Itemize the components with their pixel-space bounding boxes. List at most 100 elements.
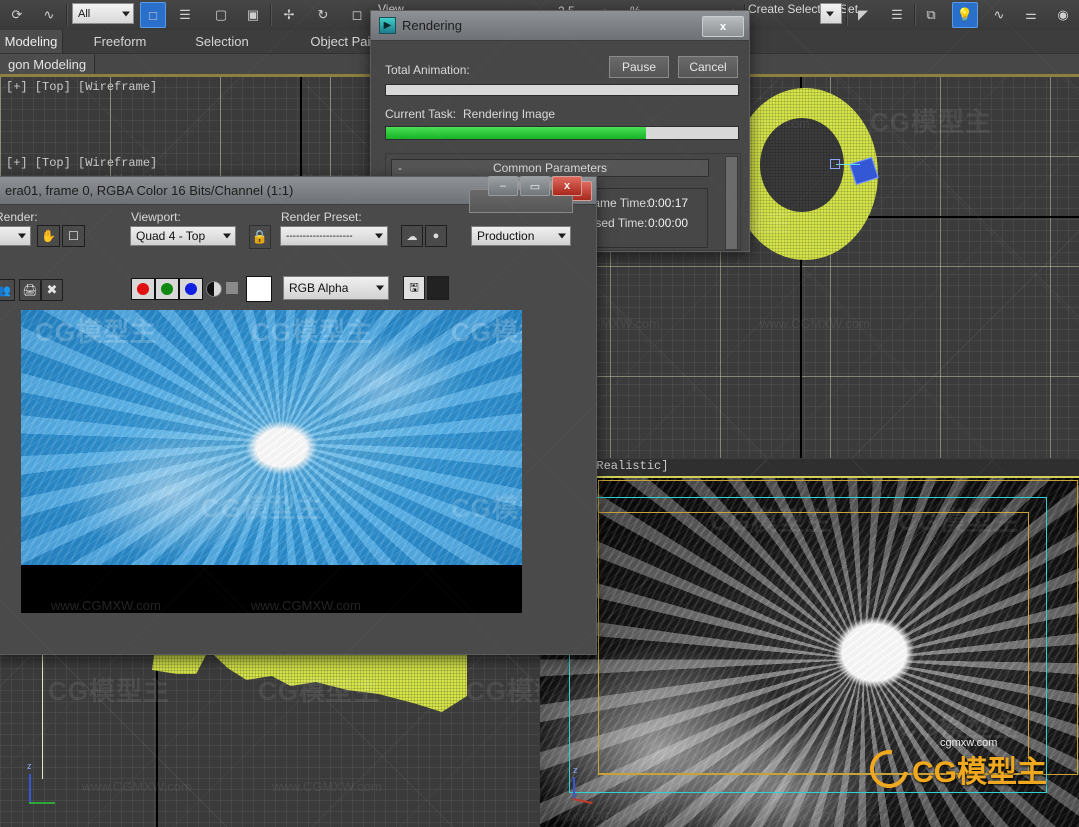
chevron-down-icon [376,285,384,291]
cg-logo-site: cgmxw.com [940,737,998,749]
environment-icon[interactable]: ● [425,225,447,247]
green-channel-button[interactable] [155,278,179,300]
app-icon: ▶ [379,17,396,34]
channel-dropdown[interactable]: RGB Alpha [283,276,389,300]
pan-icon[interactable]: ✋ [37,225,60,247]
current-task-progress [385,126,739,140]
clear-icon[interactable]: ✖ [41,279,63,301]
render-setup-close-button[interactable]: x [552,176,582,196]
chevron-down-icon [826,11,834,16]
rollup-minus-icon: - [398,161,402,175]
rendering-dialog-close-button[interactable]: x [702,16,744,37]
channel-value: RGB Alpha [289,281,349,295]
layer-manager-icon[interactable]: ⧉ [918,2,944,28]
rendered-frame-title: era01, frame 0, RGBA Color 16 Bits/Chann… [5,183,294,198]
select-by-name-icon[interactable]: ☰ [172,2,198,28]
render-setup-scrollbar[interactable] [725,156,738,250]
axis-tripod-x [29,802,55,804]
elapsed-time-value: 0:00:00 [648,216,689,230]
render-preset-dropdown[interactable]: -------------------- [280,226,388,246]
selection-set-dropdown[interactable] [820,3,842,24]
select-and-scale-icon[interactable]: ◻ [344,2,370,28]
viewport-dropdown[interactable]: Quad 4 - Top [130,226,236,246]
mirror-objects-icon[interactable]: ◤ [850,2,876,28]
viewport-label-top-left: [+] [Top] [Wireframe] [6,156,158,170]
zoom-region-icon[interactable]: ☐ [62,225,85,247]
snaps-toggle-icon[interactable]: ⟳ [4,2,30,28]
render-mode-dropdown[interactable]: Production [471,226,571,246]
chevron-down-icon [375,233,383,239]
current-task-progress-fill [386,127,647,139]
red-channel-button[interactable] [131,278,155,300]
pause-button[interactable]: Pause [609,56,669,78]
toolbar-separator [270,4,272,26]
display-alpha-icon[interactable] [427,276,449,300]
schematic-view-icon[interactable]: ⚌ [1018,2,1044,28]
total-animation-progress [385,84,739,96]
tab-freeform[interactable]: Freeform [80,30,160,53]
render-preset-value: -------------------- [286,230,353,242]
blue-channel-button[interactable] [179,278,203,300]
select-object-icon[interactable]: □ [140,2,166,28]
render-setup-icon[interactable]: ☁ [401,225,423,247]
render-setup-minimize-button[interactable]: – [488,176,518,196]
render-image-canvas[interactable]: CG模型主 CG模型主 CG模型主 CG模型主 CG模型主 www.CGMXW.… [21,310,522,613]
render-setup-icon[interactable]: 💡 [952,2,978,28]
viewport-dropdown-value: Quad 4 - Top [136,229,206,243]
axis-tripod-z [29,774,31,802]
rendering-dialog-titlebar[interactable]: ▶ Rendering [371,11,749,41]
chevron-down-icon [122,11,130,16]
cancel-button[interactable]: Cancel [678,56,738,78]
minimize-icon: – [499,180,507,192]
tab-modeling[interactable]: Modeling [0,30,63,53]
render-setup-maximize-button[interactable]: ▭ [520,176,550,196]
angle-snap-icon[interactable]: ∿ [36,2,62,28]
save-image-icon[interactable]: 🖫 [403,276,425,300]
align-objects-icon[interactable]: ☰ [884,2,910,28]
safe-frame-action [598,512,1029,774]
toolbar-separator [914,4,916,26]
selection-filter-value: All [78,7,91,20]
subtab-polygon-modeling[interactable]: gon Modeling [0,54,96,76]
print-icon[interactable]: 🖨 [19,279,41,301]
close-icon: x [719,20,727,33]
viewport-label: Viewport: [131,210,181,224]
select-and-rotate-icon[interactable]: ↻ [310,2,336,28]
viewport-bottom-right[interactable]: ra01] [Realistic] z CG模型主 CG模型主 CG模型主 ww… [540,459,1079,827]
frame-time-value: 0:00:17 [648,196,689,210]
close-icon: x [563,180,571,192]
toolbar-separator [66,4,68,26]
camera-target-box[interactable] [830,159,840,169]
render-setup-window-buttons: – ▭ x [488,176,582,196]
selection-filter-dropdown[interactable]: All [72,3,134,24]
background-color-swatch[interactable] [246,276,272,302]
rectangular-selection-region-icon[interactable]: ▢ [208,2,234,28]
render-area-dropdown[interactable] [0,226,31,246]
lock-icon[interactable]: 🔒 [249,225,271,249]
current-task-value: Rendering Image [463,107,556,121]
viewport-label-overlay-top-left: [+] [Top] [Wireframe] [6,80,158,94]
current-task-label: Current Task: [385,107,457,121]
maximize-icon: ▭ [529,180,541,193]
render-image-noise [21,310,522,565]
select-and-move-icon[interactable]: ✢ [276,2,302,28]
rendering-dialog-title: Rendering [402,18,462,33]
toolbar-separator [846,4,848,26]
tab-selection[interactable]: Selection [182,30,262,53]
render-image-letterbox [21,565,522,613]
render-preset-label: Render Preset: [281,210,362,224]
chevron-down-icon [223,233,231,239]
alpha-channel-button[interactable] [206,281,222,297]
app-window: CG模型主 CG模型主 www.CGMXW.com [+] [Top] [Wir… [0,0,1079,827]
curve-editor-icon[interactable]: ∿ [986,2,1012,28]
window-crossing-icon[interactable]: ▣ [240,2,266,28]
common-parameters-rollup[interactable]: - Common Parameters [391,159,709,177]
chevron-down-icon [558,233,566,239]
clone-icon[interactable]: 👥 [0,279,15,301]
render-label: Render: [0,210,38,224]
rendered-frame-window: era01, frame 0, RGBA Color 16 Bits/Chann… [0,176,597,655]
mono-channel-button[interactable] [226,282,238,294]
material-editor-icon[interactable]: ◉ [1050,2,1076,28]
render-mode-value: Production [477,229,535,243]
common-parameters-label: Common Parameters [492,161,608,175]
